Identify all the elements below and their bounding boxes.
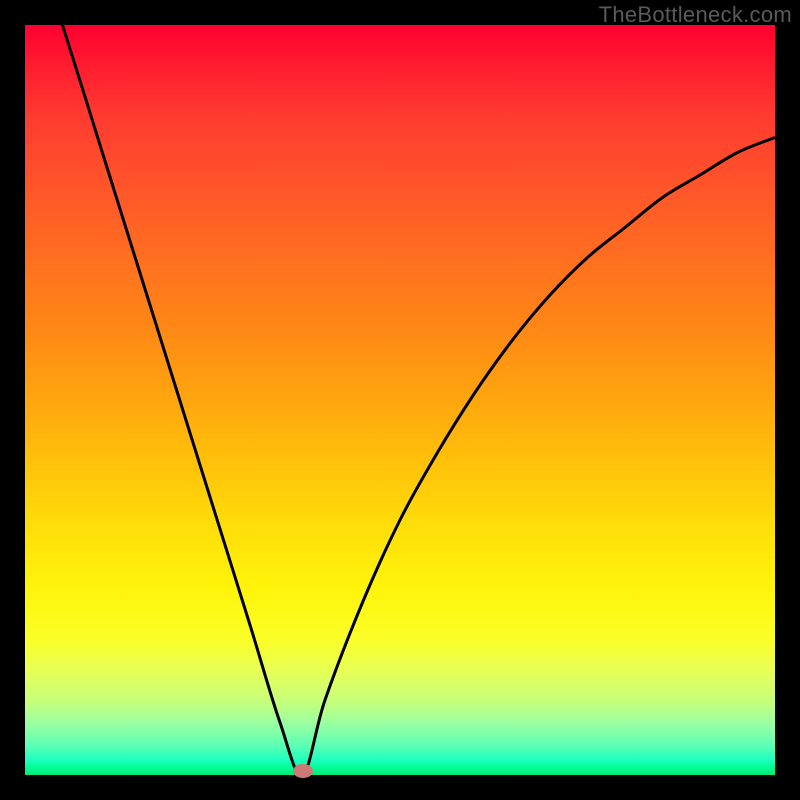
chart-plot-area	[25, 25, 775, 775]
minimum-marker	[293, 764, 313, 778]
curve-line	[25, 25, 775, 775]
bottleneck-curve	[25, 25, 775, 775]
watermark-text: TheBottleneck.com	[599, 2, 792, 28]
